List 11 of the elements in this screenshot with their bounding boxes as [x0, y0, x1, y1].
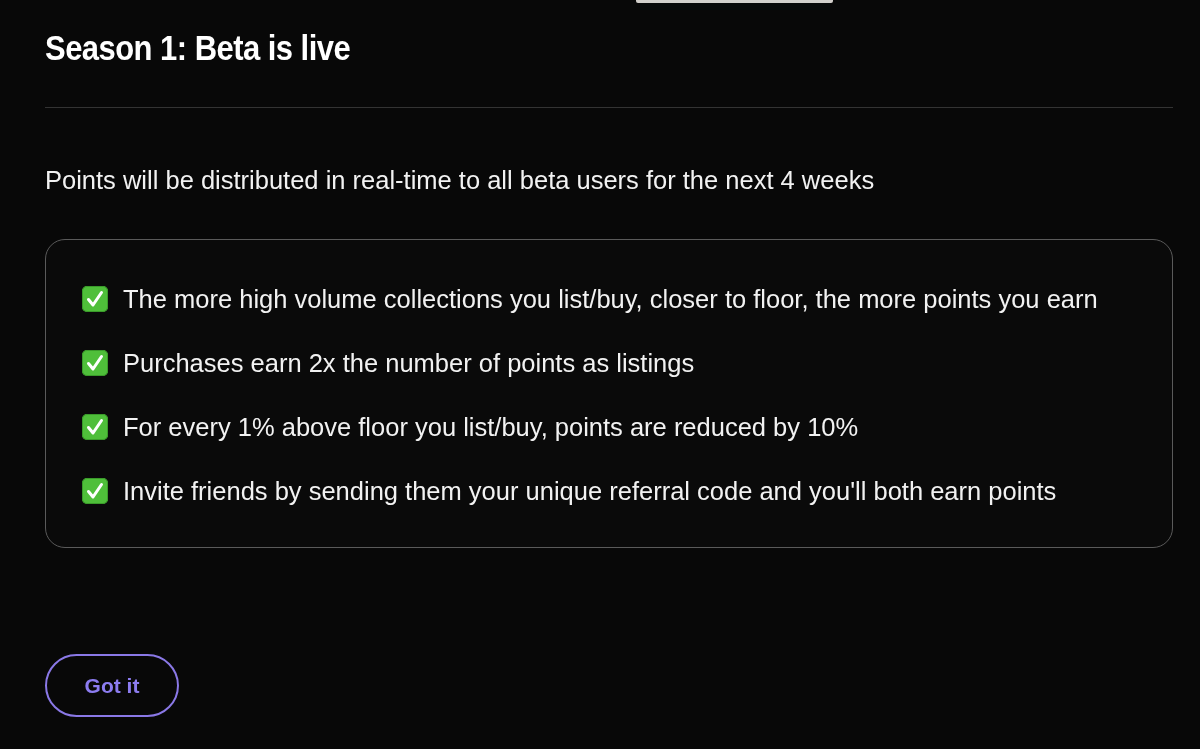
check-icon: [82, 286, 108, 312]
got-it-button[interactable]: Got it: [45, 654, 179, 717]
check-icon: [82, 350, 108, 376]
check-icon: [82, 414, 108, 440]
description-text: Points will be distributed in real-time to all beta users for the next 4 weeks: [45, 165, 875, 195]
rule-text: Purchases earn 2x the number of points as listings: [123, 348, 695, 378]
rule-text: Invite friends by sending them your unique referral code and you'll both earn points: [123, 476, 1057, 506]
check-icon: [82, 478, 108, 504]
dialog-title: Season 1: Beta is live: [45, 30, 351, 66]
rule-text: The more high volume collections you list/buy, closer to floor, the more points you earn: [123, 284, 1098, 314]
rule-text: For every 1% above floor you list/buy, points are reduced by 10%: [123, 412, 859, 442]
